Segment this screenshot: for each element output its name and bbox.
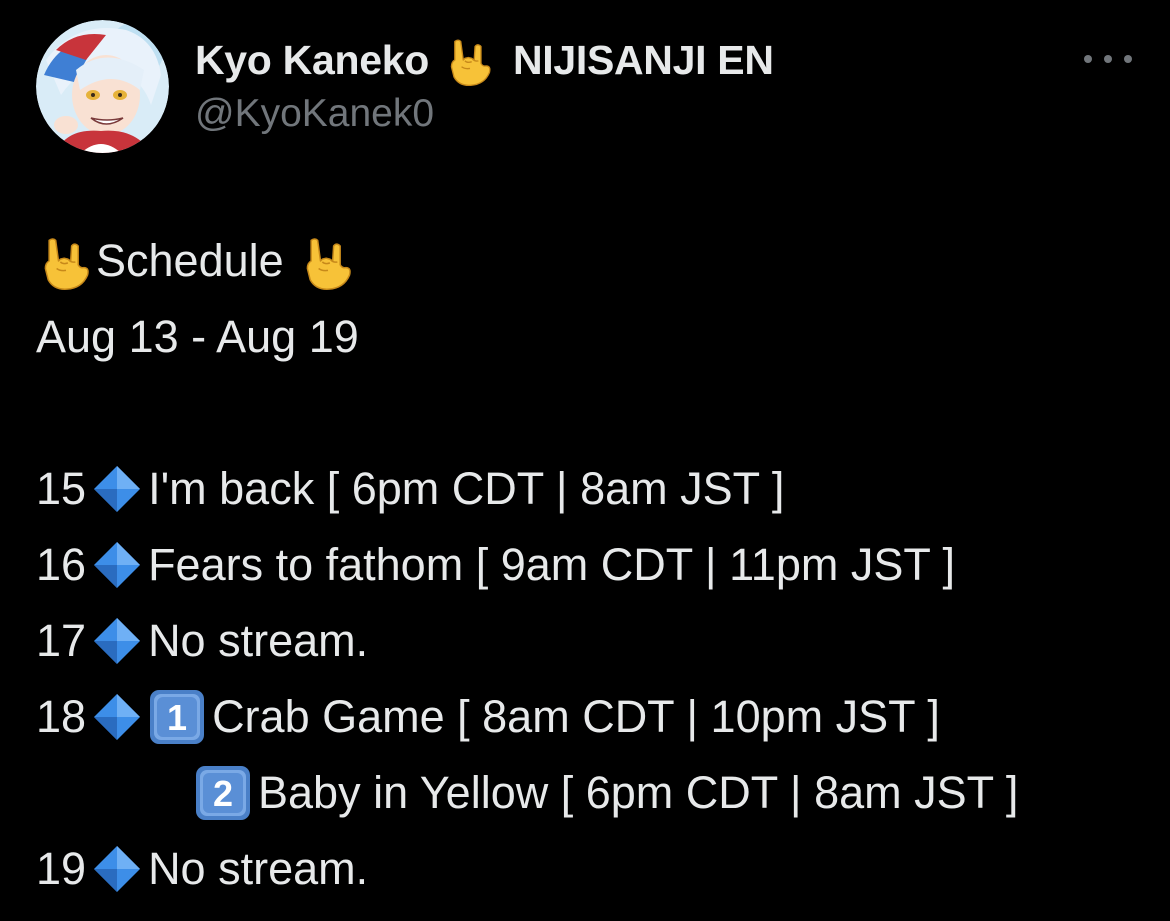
avatar[interactable] bbox=[36, 20, 169, 153]
schedule-text: Baby in Yellow [ 6pm CDT | 8am JST ] bbox=[258, 767, 1019, 818]
sign-of-horns-icon bbox=[443, 33, 497, 87]
sign-of-horns-icon bbox=[298, 231, 358, 291]
schedule-row: 15 I'm back [ 6pm CDT | 8am JST ] bbox=[36, 458, 784, 520]
schedule-day: 16 bbox=[36, 539, 87, 590]
more-dot bbox=[1104, 55, 1112, 63]
blue-diamond-icon bbox=[92, 540, 142, 590]
schedule-day: 17 bbox=[36, 615, 87, 666]
schedule-text: No stream. bbox=[148, 615, 369, 666]
more-dot bbox=[1084, 55, 1092, 63]
schedule-text: Crab Game [ 8am CDT | 10pm JST ] bbox=[212, 691, 940, 742]
keycap-2-icon: 2 bbox=[194, 764, 252, 822]
date-range-text: Aug 13 - Aug 19 bbox=[36, 311, 359, 362]
schedule-day: 15 bbox=[36, 463, 87, 514]
more-options-icon[interactable] bbox=[1084, 48, 1132, 70]
author-name-row[interactable]: Kyo Kaneko NIJISANJI EN bbox=[195, 34, 774, 86]
blue-diamond-icon bbox=[92, 464, 142, 514]
schedule-row: 19 No stream. bbox=[36, 838, 368, 900]
blue-diamond-icon bbox=[92, 692, 142, 742]
schedule-row: 17 No stream. bbox=[36, 610, 368, 672]
author-display-name[interactable]: Kyo Kaneko bbox=[195, 37, 429, 84]
author-affiliation[interactable]: NIJISANJI EN bbox=[513, 37, 774, 84]
schedule-text: No stream. bbox=[148, 843, 369, 894]
tweet-title-line: Schedule bbox=[36, 230, 358, 292]
schedule-text: I'm back [ 6pm CDT | 8am JST ] bbox=[148, 463, 785, 514]
schedule-row: 2 Baby in Yellow [ 6pm CDT | 8am JST ] bbox=[194, 762, 1018, 824]
keycap-digit: 2 bbox=[213, 773, 233, 814]
sign-of-horns-icon bbox=[36, 231, 96, 291]
more-dot bbox=[1124, 55, 1132, 63]
blue-diamond-icon bbox=[92, 844, 142, 894]
blue-diamond-icon bbox=[92, 616, 142, 666]
author-handle[interactable]: @KyoKanek0 bbox=[195, 92, 434, 136]
schedule-row: 16 Fears to fathom [ 9am CDT | 11pm JST … bbox=[36, 534, 955, 596]
schedule-day: 18 bbox=[36, 691, 87, 742]
schedule-day: 19 bbox=[36, 843, 87, 894]
schedule-text: Fears to fathom [ 9am CDT | 11pm JST ] bbox=[148, 539, 956, 590]
keycap-digit: 1 bbox=[167, 697, 187, 738]
schedule-row: 18 1 Crab Game [ 8am CDT | 10pm JST ] bbox=[36, 686, 940, 748]
keycap-1-icon: 1 bbox=[148, 688, 206, 746]
tweet: Kyo Kaneko NIJISANJI EN @KyoKanek0 Sched… bbox=[0, 0, 1170, 921]
tweet-date-range: Aug 13 - Aug 19 bbox=[36, 306, 359, 368]
tweet-title: Schedule bbox=[96, 235, 284, 286]
